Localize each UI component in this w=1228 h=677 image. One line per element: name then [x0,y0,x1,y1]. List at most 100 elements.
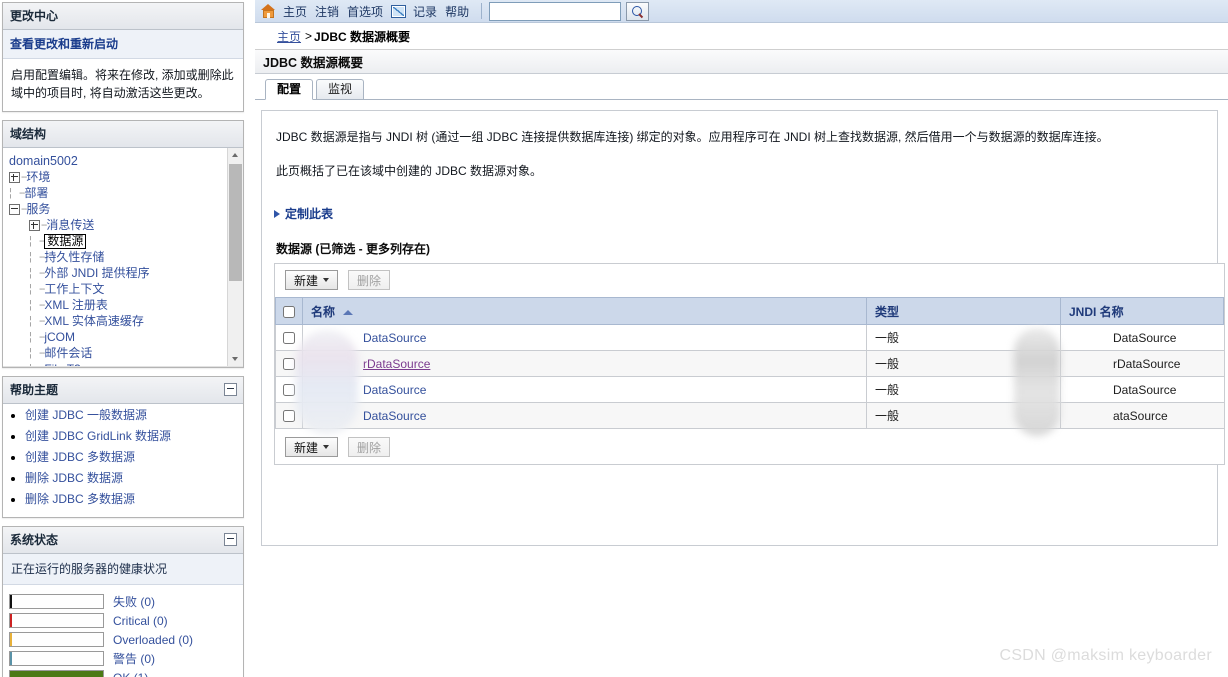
tree-root-label[interactable]: domain5002 [7,153,78,169]
nav-home[interactable]: 主页 [279,3,311,20]
new-button-bottom[interactable]: 新建 [285,437,339,457]
chart-record-icon[interactable] [391,4,407,18]
column-type[interactable]: 类型 [866,297,1061,325]
tree-node-label[interactable]: 消息传送 [46,217,94,233]
tree-line: ¦ [29,299,32,311]
cell-name: DataSource [302,376,867,403]
view-changes-and-restarts-link[interactable]: 查看更改和重新启动 [3,30,243,59]
tree-node[interactable]: ¦ -- 工作上下文 [7,281,243,297]
help-topic-item: 删除 JDBC 数据源 [25,471,243,485]
help-topic-link[interactable]: 创建 JDBC GridLink 数据源 [25,429,171,443]
expand-icon[interactable] [29,219,40,231]
tree-node[interactable]: -- 服务 [7,201,243,217]
health-state-label[interactable]: Critical (0) [113,614,168,628]
tree-node-label[interactable]: jCOM [44,329,75,345]
tab-monitoring[interactable]: 监视 [316,79,365,99]
tree-node-label[interactable]: XML 注册表 [44,297,108,313]
column-jndi-name[interactable]: JNDI 名称 [1060,297,1224,325]
scrollbar-thumb[interactable] [229,164,242,281]
datasource-name-link[interactable]: rDataSource [311,357,430,371]
scroll-down-icon[interactable] [228,351,243,366]
table-header-row: 名称 类型 JNDI 名称 [275,297,1224,325]
tree-node-label[interactable]: 数据源 [44,233,87,249]
tree-node-label[interactable]: 部署 [24,185,48,201]
home-icon[interactable] [261,4,276,18]
tree-node-label[interactable]: 环境 [26,169,50,185]
tree-node-label[interactable]: 邮件会话 [44,345,92,361]
help-topic-link[interactable]: 创建 JDBC 多数据源 [25,450,135,464]
row-select-cell [275,324,303,351]
new-button-label-bottom: 新建 [294,440,319,455]
search-input[interactable] [489,1,622,21]
datasource-name-link[interactable]: DataSource [311,383,426,397]
breadcrumb-home-link[interactable]: 主页 [277,28,301,45]
tab-strip: 配置 监视 [255,74,1228,100]
column-name[interactable]: 名称 [302,297,867,325]
tree-node[interactable]: ¦ -- XML 实体高速缓存 [7,313,243,329]
help-topic-link[interactable]: 删除 JDBC 多数据源 [25,492,135,506]
tree-node[interactable]: -- 环境 [7,169,243,185]
help-topics-header: 帮助主题 [3,377,243,404]
collapse-icon[interactable] [9,203,20,215]
tree-node-label[interactable]: 工作上下文 [44,281,104,297]
tree-node-label[interactable]: 服务 [26,201,50,217]
nav-preferences[interactable]: 首选项 [343,3,387,20]
tab-configuration[interactable]: 配置 [265,79,314,100]
row-checkbox[interactable] [283,384,295,397]
health-state-label[interactable]: OK (1) [113,671,148,677]
tree-node[interactable]: ¦ -- 数据源 [7,233,243,249]
row-checkbox[interactable] [283,410,295,423]
customize-table-label: 定制此表 [285,207,334,221]
tree-node-label[interactable]: 外部 JNDI 提供程序 [44,265,149,281]
nav-logout[interactable]: 注销 [311,3,343,20]
tree-node-label[interactable]: 持久性存储 [44,249,104,265]
tree-line: ¦ [29,251,32,263]
row-checkbox[interactable] [283,358,295,371]
tree-line: ¦ [29,283,32,295]
new-button-top[interactable]: 新建 [285,270,339,290]
tree-node[interactable]: ¦ -- 邮件会话 [7,345,243,361]
tree-line: ¦ [29,267,32,279]
tree-node[interactable]: ¦ -- XML 注册表 [7,297,243,313]
tree-node[interactable]: -- 消息传送 [7,217,243,233]
help-topics-panel: 帮助主题 创建 JDBC 一般数据源创建 JDBC GridLink 数据源创建… [2,376,244,518]
table-row: DataSource 一般 DataSource [275,376,1224,403]
tree-line: ¦ [9,187,12,199]
tree-node[interactable]: ¦ -- 外部 JNDI 提供程序 [7,265,243,281]
help-topic-link[interactable]: 删除 JDBC 数据源 [25,471,123,485]
content-panel: JDBC 数据源是指与 JNDI 树 (通过一组 JDBC 连接提供数据库连接)… [261,110,1225,546]
delete-button-top[interactable]: 删除 [348,270,391,290]
tree-node[interactable]: ¦--File T3 [7,361,243,366]
datasource-name-link[interactable]: DataSource [311,409,426,423]
cell-type: 一般 [866,350,1061,377]
tree-node-label[interactable]: XML 实体高速缓存 [44,313,144,329]
health-state-label[interactable]: 失败 (0) [113,593,155,610]
collapse-icon[interactable] [224,533,237,546]
select-all-checkbox[interactable] [283,305,295,318]
top-navigation-bar: 主页 注销 首选项 记录 帮助 [255,0,1228,23]
scroll-up-icon[interactable] [228,148,243,163]
tree-node[interactable]: ¦ -- 部署 [7,185,243,201]
health-bar-fill [10,595,12,608]
datasource-name-link[interactable]: DataSource [311,331,426,345]
tree-node[interactable]: ¦ -- 持久性存储 [7,249,243,265]
nav-record[interactable]: 记录 [409,3,441,20]
tree-node[interactable]: ¦ -- jCOM [7,329,243,345]
customize-table-toggle[interactable]: 定制此表 [274,205,1217,222]
tree-node-label[interactable]: File T3 [44,361,80,366]
health-state-label[interactable]: 警告 (0) [113,650,155,667]
nav-help[interactable]: 帮助 [441,3,473,20]
help-topic-item: 创建 JDBC 多数据源 [25,450,243,464]
search-button[interactable] [626,1,650,21]
system-status-title: 系统状态 [10,533,59,547]
domain-tree-scrollbar[interactable] [227,148,243,366]
collapse-icon[interactable] [224,383,237,396]
expand-icon[interactable] [9,171,20,183]
help-topic-link[interactable]: 创建 JDBC 一般数据源 [25,408,147,422]
table-row: DataSource 一般 DataSource [275,324,1224,351]
health-state-label[interactable]: Overloaded (0) [113,633,193,647]
row-checkbox[interactable] [283,332,295,345]
tree-root-row[interactable]: domain5002 [7,153,243,169]
delete-button-bottom[interactable]: 删除 [348,437,391,457]
domain-tree-scroll-area[interactable]: domain5002 -- 环境 ¦ -- 部署 -- 服务 -- 消息传送 ¦ -- 数据源 ¦ -- 持… [3,148,243,367]
